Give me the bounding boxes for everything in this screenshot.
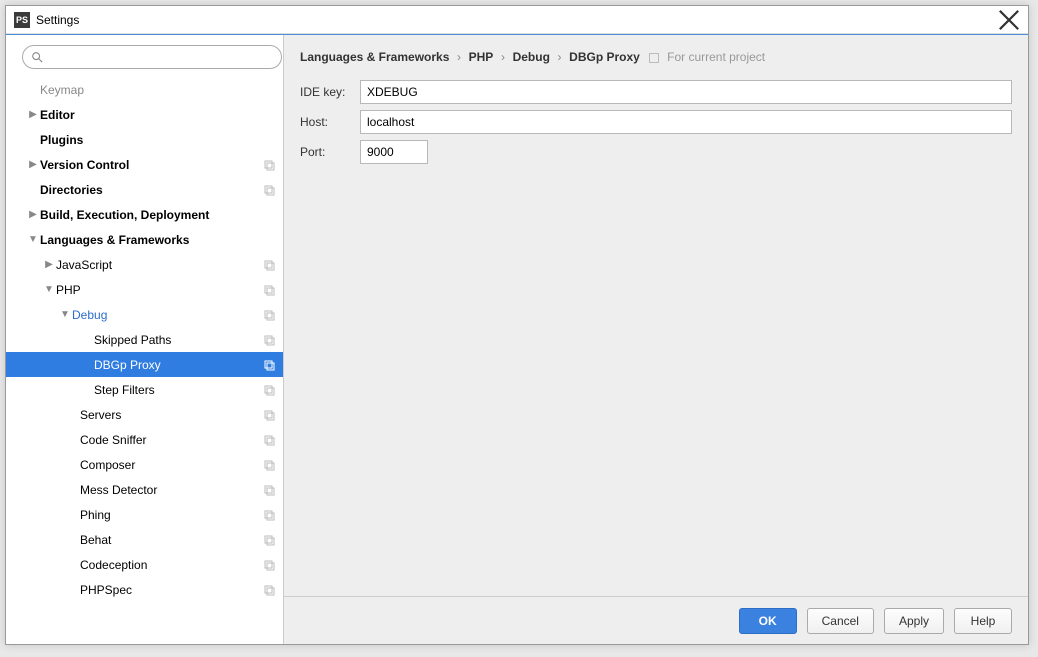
tree-item-composer[interactable]: Composer — [6, 452, 283, 477]
expand-icon[interactable]: ▶ — [44, 259, 54, 270]
project-scope-icon — [263, 434, 275, 446]
content-panel: Languages & Frameworks › PHP › Debug › D… — [284, 35, 1028, 644]
project-scope-label: For current project — [667, 50, 765, 64]
project-scope-icon — [263, 384, 275, 396]
project-scope-icon — [263, 334, 275, 346]
project-scope-icon — [263, 584, 275, 596]
tree-item-mess-detector[interactable]: Mess Detector — [6, 477, 283, 502]
project-scope-icon — [263, 409, 275, 421]
tree-item-build-execution-deployment[interactable]: ▶Build, Execution, Deployment — [6, 202, 283, 227]
project-scope-icon — [263, 359, 275, 371]
tree-item-behat[interactable]: Behat — [6, 527, 283, 552]
tree-item-dbgp-proxy[interactable]: DBGp Proxy — [6, 352, 283, 377]
app-icon: PS — [14, 12, 30, 28]
tree-item-version-control[interactable]: ▶Version Control — [6, 152, 283, 177]
tree-item-skipped-paths[interactable]: Skipped Paths — [6, 327, 283, 352]
settings-window: PS Settings Keymap ▶Editor Plugins ▶Vers… — [5, 5, 1029, 645]
project-scope-icon — [263, 284, 275, 296]
window-title: Settings — [36, 13, 998, 27]
project-scope-icon — [263, 559, 275, 571]
apply-button[interactable]: Apply — [884, 608, 944, 634]
footer: OK Cancel Apply Help — [284, 596, 1028, 644]
tree-item-debug[interactable]: ▼Debug — [6, 302, 283, 327]
sidebar: Keymap ▶Editor Plugins ▶Version Control … — [6, 35, 284, 644]
breadcrumb-item: DBGp Proxy — [569, 50, 640, 64]
expand-icon[interactable]: ▶ — [28, 209, 38, 220]
search-row — [6, 35, 283, 75]
spacer — [284, 178, 1028, 596]
collapse-icon[interactable]: ▼ — [44, 284, 54, 295]
cancel-button[interactable]: Cancel — [807, 608, 874, 634]
settings-tree[interactable]: Keymap ▶Editor Plugins ▶Version Control … — [6, 75, 283, 644]
idekey-label: IDE key: — [300, 85, 360, 99]
expand-icon[interactable]: ▶ — [28, 159, 38, 170]
breadcrumb: Languages & Frameworks › PHP › Debug › D… — [284, 35, 1028, 72]
port-input[interactable] — [360, 140, 428, 164]
breadcrumb-item[interactable]: Debug — [513, 50, 550, 64]
help-button[interactable]: Help — [954, 608, 1012, 634]
search-box[interactable] — [22, 45, 282, 69]
tree-item-keymap[interactable]: Keymap — [6, 77, 283, 102]
form-row-port: Port: — [300, 140, 1012, 164]
tree-item-directories[interactable]: Directories — [6, 177, 283, 202]
form-row-idekey: IDE key: — [300, 80, 1012, 104]
breadcrumb-sep: › — [501, 50, 505, 64]
host-label: Host: — [300, 115, 360, 129]
collapse-icon[interactable]: ▼ — [28, 234, 38, 245]
project-scope-icon — [263, 484, 275, 496]
idekey-input[interactable] — [360, 80, 1012, 104]
close-button[interactable] — [998, 9, 1020, 31]
titlebar: PS Settings — [6, 6, 1028, 34]
project-scope-icon — [263, 309, 275, 321]
breadcrumb-sep: › — [457, 50, 461, 64]
search-input[interactable] — [47, 50, 273, 64]
search-icon — [31, 51, 43, 63]
host-input[interactable] — [360, 110, 1012, 134]
tree-item-code-sniffer[interactable]: Code Sniffer — [6, 427, 283, 452]
collapse-icon[interactable]: ▼ — [60, 309, 70, 320]
tree-item-phpspec[interactable]: PHPSpec — [6, 577, 283, 602]
form-row-host: Host: — [300, 110, 1012, 134]
breadcrumb-sep: › — [558, 50, 562, 64]
project-scope-icon — [263, 159, 275, 171]
close-icon — [998, 9, 1020, 31]
tree-item-servers[interactable]: Servers — [6, 402, 283, 427]
tree-item-languages-frameworks[interactable]: ▼Languages & Frameworks — [6, 227, 283, 252]
form: IDE key: Host: Port: — [284, 72, 1028, 178]
breadcrumb-item[interactable]: PHP — [469, 50, 494, 64]
tree-item-javascript[interactable]: ▶JavaScript — [6, 252, 283, 277]
tree-item-php[interactable]: ▼PHP — [6, 277, 283, 302]
project-scope-icon — [263, 459, 275, 471]
port-label: Port: — [300, 145, 360, 159]
tree-item-plugins[interactable]: Plugins — [6, 127, 283, 152]
body: Keymap ▶Editor Plugins ▶Version Control … — [6, 34, 1028, 644]
tree-item-phing[interactable]: Phing — [6, 502, 283, 527]
expand-icon[interactable]: ▶ — [28, 109, 38, 120]
tree-item-codeception[interactable]: Codeception — [6, 552, 283, 577]
tree-item-step-filters[interactable]: Step Filters — [6, 377, 283, 402]
breadcrumb-item[interactable]: Languages & Frameworks — [300, 50, 449, 64]
project-scope-icon — [263, 259, 275, 271]
tree-item-editor[interactable]: ▶Editor — [6, 102, 283, 127]
ok-button[interactable]: OK — [739, 608, 797, 634]
project-scope-icon — [263, 184, 275, 196]
project-scope-icon — [263, 534, 275, 546]
project-scope-icon — [649, 53, 659, 63]
project-scope-icon — [263, 509, 275, 521]
